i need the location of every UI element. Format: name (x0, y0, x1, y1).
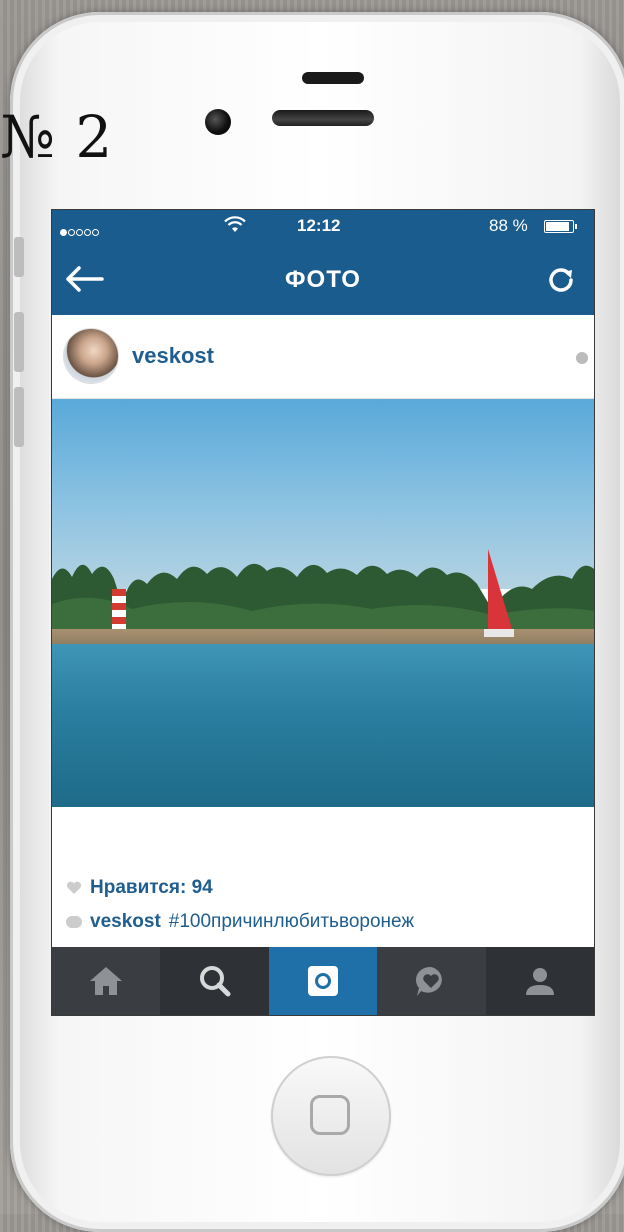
sensor-bar (302, 72, 364, 84)
tab-bar (52, 947, 594, 1015)
post-username[interactable]: veskost (132, 343, 214, 369)
home-icon (90, 967, 123, 995)
status-bar: 12:12 88 % (52, 210, 594, 242)
photo-sailboat (484, 549, 514, 637)
wifi-icon (224, 216, 246, 232)
caption-comment: veskost #100причинлюбитьворонеж (66, 911, 414, 933)
avatar[interactable] (64, 329, 118, 383)
caption-hashtag[interactable]: #100причинлюбитьворонеж (169, 911, 414, 933)
refresh-icon[interactable] (546, 264, 576, 294)
battery-percent: 88 % (489, 216, 528, 235)
tab-home[interactable] (52, 947, 161, 1015)
mute-switch (14, 237, 24, 277)
home-button[interactable] (271, 1056, 391, 1176)
page-title: ФОТО (285, 266, 361, 293)
post-caption-area: Нравится: 94 veskost #100причинлюбитьвор… (52, 807, 594, 947)
status-time: 12:12 (297, 216, 341, 235)
heart-icon (66, 881, 82, 894)
page-label: № 2 (0, 103, 114, 171)
clock-icon (576, 352, 588, 364)
battery-icon (544, 220, 577, 233)
signal-strength-icon (60, 221, 100, 241)
search-icon (199, 966, 231, 997)
comment-bubble-icon (66, 916, 82, 928)
nav-bar: ФОТО (52, 242, 594, 315)
post-photo[interactable] (52, 399, 594, 807)
photo-lighthouse (112, 589, 126, 631)
photo-water (52, 644, 594, 807)
caption-username[interactable]: veskost (90, 911, 161, 933)
news-icon (416, 966, 443, 996)
volume-down-button (14, 387, 24, 447)
home-square-icon (310, 1095, 350, 1135)
front-camera (205, 109, 231, 135)
tab-profile[interactable] (486, 947, 594, 1015)
likes-count[interactable]: Нравится: 94 (66, 877, 213, 899)
profile-icon (525, 968, 554, 995)
camera-icon (308, 966, 339, 996)
earpiece-speaker (272, 110, 374, 126)
tab-camera[interactable] (268, 947, 378, 1015)
post-header: veskost (52, 315, 594, 399)
tab-search[interactable] (160, 947, 268, 1015)
volume-up-button (14, 312, 24, 372)
phone-screen: 12:12 88 % ФОТО veskost Нравится: 94 ves… (52, 210, 594, 1015)
tab-news[interactable] (377, 947, 486, 1015)
likes-label: Нравится: 94 (90, 877, 213, 898)
